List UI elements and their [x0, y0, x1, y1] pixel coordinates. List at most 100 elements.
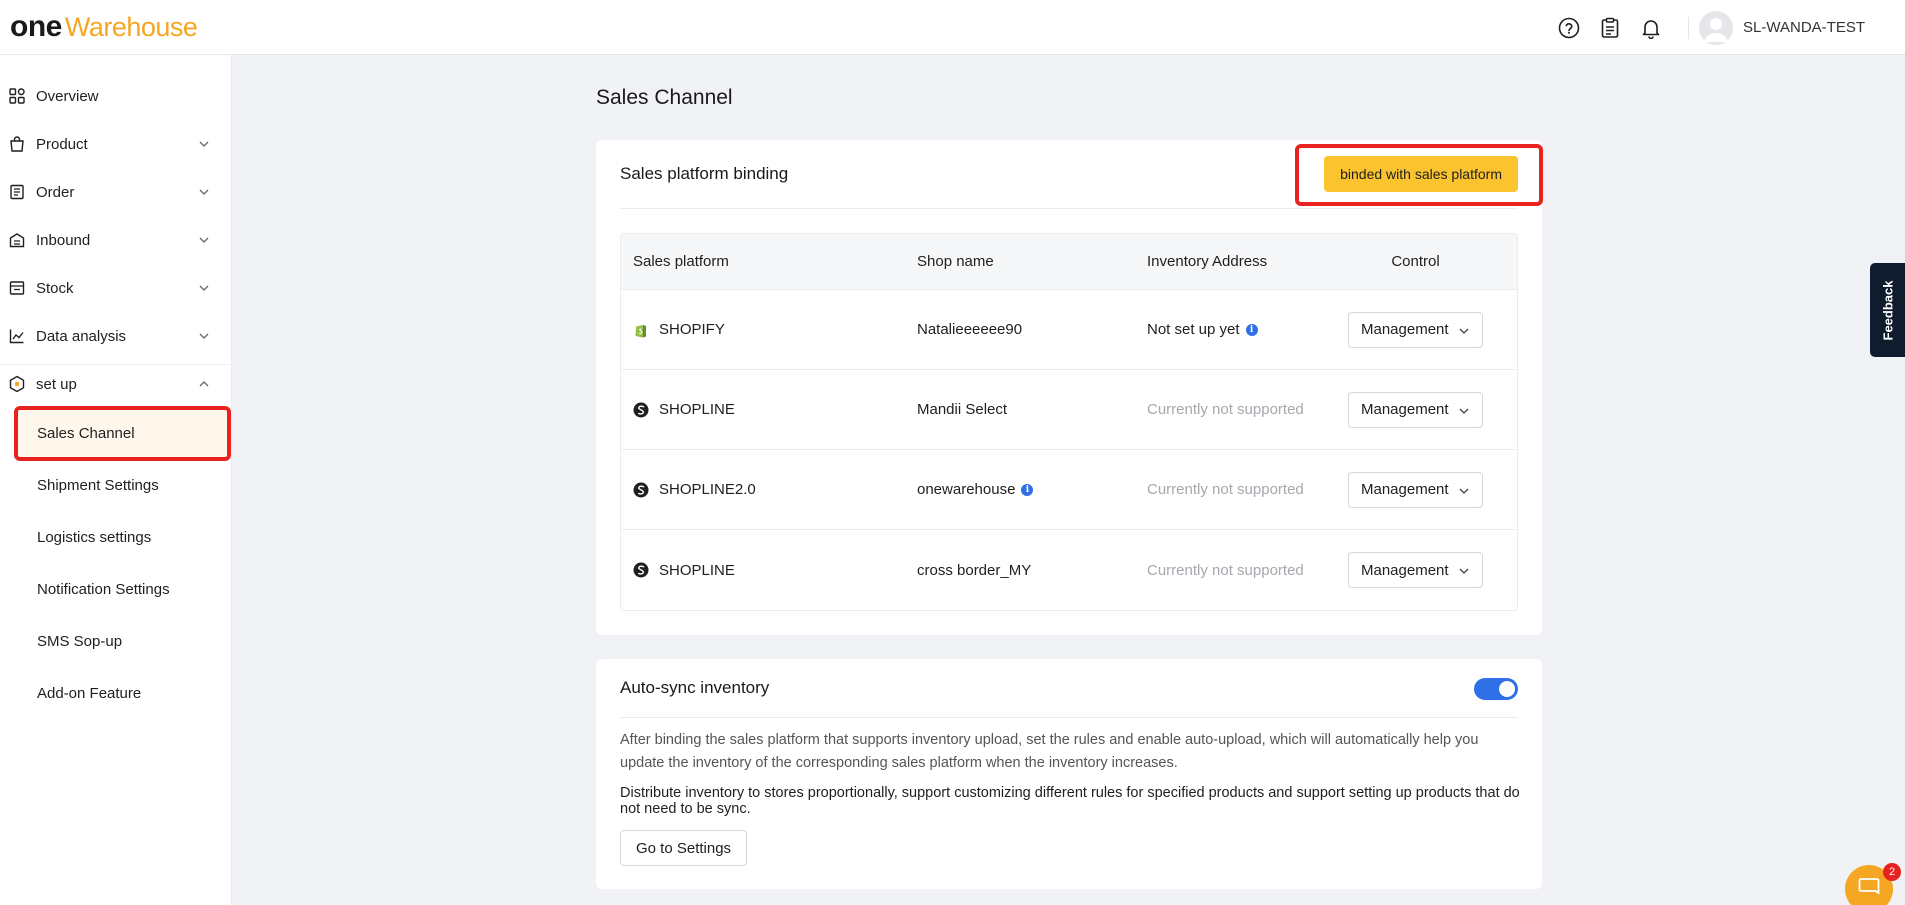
management-dropdown[interactable]: Management: [1348, 552, 1483, 588]
feedback-tab[interactable]: Feedback: [1870, 263, 1905, 357]
logo-one: one: [10, 10, 62, 43]
inventory-status: Currently not supported: [1147, 481, 1304, 498]
platform-cell: SHOPLINE: [633, 530, 735, 610]
hexagon-settings-icon: [8, 375, 26, 393]
sidebar-item-product[interactable]: Product: [0, 124, 232, 164]
platform-cell: SHOPLINE2.0: [633, 450, 756, 529]
auto-sync-inventory-card: Auto-sync inventory After binding the sa…: [596, 659, 1542, 889]
feedback-label: Feedback: [1880, 280, 1896, 340]
inventory-status: Currently not supported: [1147, 561, 1304, 579]
top-bar: one Warehouse SL-WANDA-TEST: [0, 0, 1905, 55]
shop-name: Natalieeeeee90: [917, 321, 1023, 338]
control-cell: Management: [1348, 450, 1483, 529]
help-icon[interactable]: [1557, 16, 1581, 40]
chevron-down-icon: [199, 189, 209, 195]
table-row: SHOPIFY Natalieeeeee90 Not set up yet i …: [621, 290, 1517, 370]
bag-icon: [8, 135, 26, 153]
table-row: SHOPLINE Mandii Select Currently not sup…: [621, 370, 1517, 450]
auto-sync-distribution-description: Distribute inventory to stores proportio…: [620, 785, 1520, 817]
shopline-icon: [633, 402, 649, 418]
sidebar-subitem-add-on-feature[interactable]: Add-on Feature: [16, 668, 228, 718]
sidebar-subitem-sms-sop-up[interactable]: SMS Sop-up: [16, 616, 228, 666]
column-header: Sales platform: [633, 253, 729, 270]
card-title: Auto-sync inventory: [620, 678, 770, 697]
table-header: Sales platform Shop name Inventory Addre…: [621, 234, 1517, 290]
sidebar-item-label: Order: [36, 183, 75, 201]
shop-name-cell: onewarehouse i: [917, 450, 1034, 529]
sales-platform-table: Sales platform Shop name Inventory Addre…: [620, 233, 1518, 611]
sidebar-item-label: Overview: [36, 87, 99, 105]
sidebar-subitem-sales-channel[interactable]: Sales Channel: [16, 408, 228, 458]
shop-name: onewarehouse: [917, 481, 1016, 498]
sidebar-subitem-shipment-settings[interactable]: Shipment Settings: [16, 460, 228, 510]
sidebar-subitem-logistics-settings[interactable]: Logistics settings: [16, 512, 228, 562]
brand-logo[interactable]: one Warehouse: [10, 10, 198, 44]
inbound-icon: [8, 231, 26, 249]
chevron-down-icon: [199, 141, 209, 147]
go-to-settings-button[interactable]: Go to Settings: [620, 830, 748, 866]
sidebar-item-overview[interactable]: Overview: [0, 76, 232, 116]
inventory-cell: Not set up yet i: [1147, 290, 1258, 369]
shop-name: Mandii Select: [917, 401, 1008, 418]
logo-warehouse: Warehouse: [64, 12, 198, 42]
platform-name: SHOPLINE: [659, 561, 735, 579]
info-icon[interactable]: i: [1245, 323, 1258, 336]
sidebar: Overview Product Order Inbound Stock Dat…: [0, 55, 232, 905]
sidebar-item-setup[interactable]: set up: [0, 364, 232, 404]
username: SL-WANDA-TEST: [1743, 19, 1865, 36]
sidebar-item-label: Product: [36, 135, 88, 153]
chevron-down-icon: [1459, 488, 1469, 494]
grid-icon: [8, 87, 26, 105]
management-dropdown[interactable]: Management: [1348, 471, 1483, 508]
platform-cell: SHOPLINE: [633, 370, 735, 449]
bind-sales-platform-button[interactable]: binded with sales platform: [1324, 156, 1518, 192]
auto-sync-description: After binding the sales platform that su…: [620, 732, 1479, 771]
shop-name: cross border_MY: [917, 561, 1032, 579]
chat-notification-badge: 2: [1883, 863, 1901, 881]
sidebar-item-label: Stock: [36, 279, 74, 297]
sidebar-item-order[interactable]: Order: [0, 172, 232, 212]
sidebar-item-label: Data analysis: [36, 327, 127, 345]
sales-platform-binding-card: Sales platform binding binded with sales…: [596, 140, 1542, 635]
auto-sync-toggle[interactable]: [1474, 678, 1518, 700]
sidebar-subitem-label: Shipment Settings: [37, 476, 159, 494]
management-label: Management: [1361, 481, 1449, 498]
shopline-icon: [633, 562, 649, 578]
analytics-icon: [8, 327, 26, 345]
order-list-icon: [8, 183, 26, 201]
user-menu[interactable]: SL-WANDA-TEST: [1699, 10, 1865, 45]
management-dropdown[interactable]: Management: [1348, 311, 1483, 348]
platform-name: SHOPLINE2.0: [659, 481, 756, 498]
sidebar-item-stock[interactable]: Stock: [0, 268, 232, 308]
card-divider: [620, 717, 1518, 718]
management-dropdown[interactable]: Management: [1348, 391, 1483, 428]
card-divider: [620, 208, 1518, 209]
sidebar-item-data-analysis[interactable]: Data analysis: [0, 316, 232, 356]
column-header: Control: [1391, 253, 1440, 270]
inventory-status: Not set up yet: [1147, 321, 1240, 338]
chevron-up-icon: [199, 381, 209, 387]
shopline-icon: [633, 482, 649, 498]
sidebar-subitem-label: Sales Channel: [37, 424, 135, 442]
chevron-down-icon: [199, 237, 209, 243]
sidebar-subitem-notification-settings[interactable]: Notification Settings: [16, 564, 228, 614]
sidebar-subitem-label: SMS Sop-up: [37, 632, 123, 650]
avatar: [1699, 10, 1734, 45]
chat-icon: [1858, 878, 1880, 895]
control-cell: Management: [1348, 290, 1483, 369]
header-actions: SL-WANDA-TEST: [1557, 0, 1905, 55]
inventory-status: Currently not supported: [1147, 401, 1304, 418]
column-header: Inventory Address: [1147, 253, 1268, 270]
column-header: Shop name: [917, 253, 994, 270]
chevron-down-icon: [199, 333, 209, 339]
info-icon[interactable]: i: [1021, 483, 1034, 496]
clipboard-icon[interactable]: [1598, 16, 1622, 40]
sidebar-item-label: set up: [36, 375, 77, 393]
sidebar-item-inbound[interactable]: Inbound: [0, 220, 232, 260]
table-row: SHOPLINE cross border_MY Currently not s…: [621, 530, 1517, 610]
management-label: Management: [1361, 401, 1449, 418]
platform-name: SHOPIFY: [659, 321, 725, 338]
stock-icon: [8, 279, 26, 297]
platform-name: SHOPLINE: [659, 401, 735, 418]
bell-icon[interactable]: [1639, 16, 1663, 40]
